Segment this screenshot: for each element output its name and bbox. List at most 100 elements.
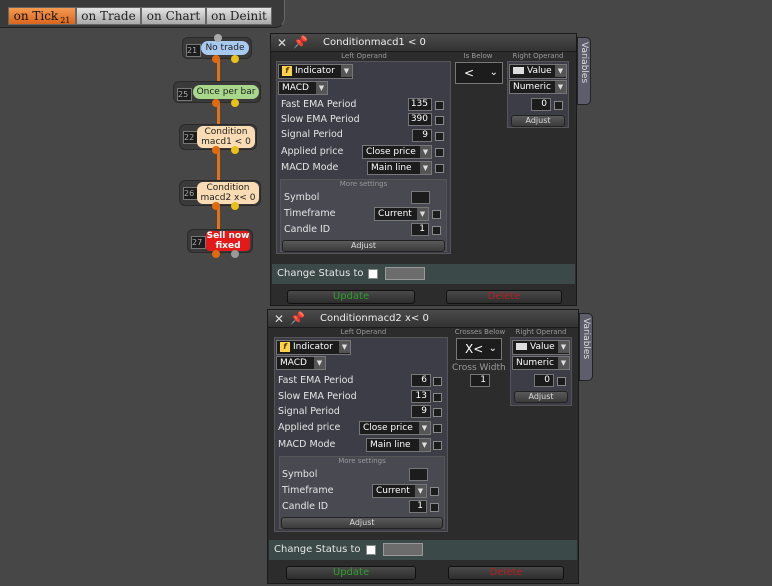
close-icon[interactable]: ✕ — [277, 36, 287, 50]
right-adjust-button[interactable]: Adjust — [514, 391, 568, 403]
candle-id-input[interactable]: 1 — [409, 500, 427, 513]
output-true-dot[interactable] — [212, 146, 220, 154]
fast-ema-checkbox[interactable] — [435, 101, 444, 110]
output-false-dot[interactable] — [231, 55, 239, 63]
output-false-dot[interactable] — [231, 250, 239, 258]
node-27[interactable]: 27 Sell now fixed — [187, 229, 253, 253]
macd-mode-checkbox[interactable] — [435, 164, 444, 173]
timeframe-label: Timeframe — [284, 208, 336, 219]
delete-button[interactable]: Delete — [446, 290, 562, 304]
function-icon: f — [282, 66, 292, 76]
output-true-dot[interactable] — [212, 99, 220, 107]
macd-mode-select[interactable]: Main line ▼ — [367, 161, 432, 175]
indicator-select[interactable]: MACD ▼ — [278, 81, 328, 95]
right-adjust-button[interactable]: Adjust — [511, 115, 565, 127]
chevron-down-icon: ▼ — [339, 341, 350, 353]
select-value: Close price — [366, 147, 416, 157]
select-value: Current — [376, 486, 410, 496]
select-value: MACD — [280, 358, 307, 368]
left-adjust-button[interactable]: Adjust — [281, 517, 443, 529]
indicator-type-select[interactable]: f Indicator ▼ — [276, 340, 351, 355]
chevron-down-icon: ▼ — [341, 65, 352, 77]
fast-ema-label: Fast EMA Period — [278, 375, 354, 386]
output-false-dot[interactable] — [231, 202, 239, 210]
signal-period-input[interactable]: 9 — [412, 129, 432, 142]
symbol-input[interactable] — [409, 468, 428, 481]
tab-on-deinit[interactable]: on Deinit — [206, 7, 272, 25]
slow-ema-checkbox[interactable] — [435, 116, 444, 125]
value-icon — [513, 67, 524, 74]
variables-tab[interactable]: Variables — [579, 313, 593, 381]
fast-ema-checkbox[interactable] — [433, 377, 442, 386]
indicator-select[interactable]: MACD ▼ — [276, 356, 326, 370]
close-icon[interactable]: ✕ — [274, 312, 284, 326]
select-value: Value — [527, 66, 552, 76]
timeframe-select[interactable]: Current ▼ — [372, 484, 427, 498]
status-color-box[interactable] — [383, 543, 423, 556]
chevron-down-icon: ▼ — [415, 485, 426, 497]
signal-period-checkbox[interactable] — [435, 132, 444, 141]
delete-button[interactable]: Delete — [448, 566, 564, 580]
candle-id-input[interactable]: 1 — [411, 223, 429, 236]
change-status-checkbox[interactable] — [366, 545, 376, 555]
pin-icon[interactable]: 📌 — [290, 311, 305, 325]
panel-titlebar[interactable]: ✕ 📌 Conditionmacd1 < 0 — [271, 34, 576, 52]
timeframe-checkbox[interactable] — [432, 210, 441, 219]
operator-select[interactable]: X< ⌄ — [456, 338, 502, 360]
right-value-checkbox[interactable] — [557, 377, 566, 386]
output-false-dot[interactable] — [231, 99, 239, 107]
change-status-checkbox[interactable] — [368, 269, 378, 279]
chevron-down-icon: ▼ — [316, 82, 327, 94]
timeframe-checkbox[interactable] — [430, 487, 439, 496]
left-adjust-button[interactable]: Adjust — [282, 240, 445, 252]
macd-mode-select[interactable]: Main line ▼ — [366, 438, 431, 452]
candle-id-checkbox[interactable] — [432, 226, 441, 235]
right-type-select[interactable]: Value ▼ — [509, 64, 567, 79]
input-connector-dot[interactable] — [214, 34, 222, 42]
status-color-box[interactable] — [385, 267, 425, 280]
output-false-dot[interactable] — [231, 146, 239, 154]
timeframe-select[interactable]: Current ▼ — [374, 207, 429, 221]
output-true-dot[interactable] — [212, 55, 220, 63]
function-icon: f — [280, 342, 290, 352]
output-true-dot[interactable] — [212, 202, 220, 210]
right-value-input[interactable]: 0 — [531, 98, 551, 111]
applied-price-checkbox[interactable] — [433, 424, 442, 433]
operator-select[interactable]: < ⌄ — [455, 62, 503, 84]
node-label: Sell now fixed — [206, 231, 250, 251]
variables-tab[interactable]: Variables — [577, 37, 591, 105]
macd-mode-checkbox[interactable] — [433, 441, 442, 450]
slow-ema-checkbox[interactable] — [433, 393, 442, 402]
panel-titlebar[interactable]: ✕ 📌 Conditionmacd2 x< 0 — [268, 310, 578, 328]
tab-on-trade[interactable]: on Trade — [76, 7, 141, 25]
select-value: Value — [530, 342, 555, 352]
applied-price-select[interactable]: Close price ▼ — [362, 145, 432, 159]
timeframe-label: Timeframe — [282, 485, 334, 496]
left-operand-label: Left Operand — [341, 52, 387, 60]
candle-id-checkbox[interactable] — [430, 503, 439, 512]
symbol-input[interactable] — [411, 191, 430, 204]
node-26[interactable]: 26 Condition macd2 x< 0 — [179, 180, 261, 206]
output-true-dot[interactable] — [212, 250, 220, 258]
slow-ema-input[interactable]: 390 — [408, 113, 432, 126]
tab-label: on Tick — [13, 9, 59, 23]
applied-price-checkbox[interactable] — [435, 148, 444, 157]
fast-ema-input[interactable]: 135 — [408, 98, 432, 111]
fast-ema-input[interactable]: 6 — [411, 374, 431, 387]
right-type-select[interactable]: Value ▼ — [512, 340, 570, 355]
tab-on-tick[interactable]: on Tick 21 — [8, 7, 76, 25]
slow-ema-input[interactable]: 13 — [411, 390, 431, 403]
signal-period-checkbox[interactable] — [433, 408, 442, 417]
signal-period-input[interactable]: 9 — [411, 405, 431, 418]
right-value-checkbox[interactable] — [554, 101, 563, 110]
applied-price-select[interactable]: Close price ▼ — [359, 421, 431, 435]
right-value-input[interactable]: 0 — [534, 374, 554, 387]
update-button[interactable]: Update — [287, 290, 415, 304]
right-format-select[interactable]: Numeric ▼ — [509, 80, 567, 94]
tab-on-chart[interactable]: on Chart — [141, 7, 206, 25]
pin-icon[interactable]: 📌 — [293, 35, 308, 49]
cross-width-input[interactable]: 1 — [470, 374, 490, 387]
right-format-select[interactable]: Numeric ▼ — [512, 356, 570, 370]
indicator-type-select[interactable]: f Indicator ▼ — [278, 64, 353, 79]
update-button[interactable]: Update — [286, 566, 416, 580]
